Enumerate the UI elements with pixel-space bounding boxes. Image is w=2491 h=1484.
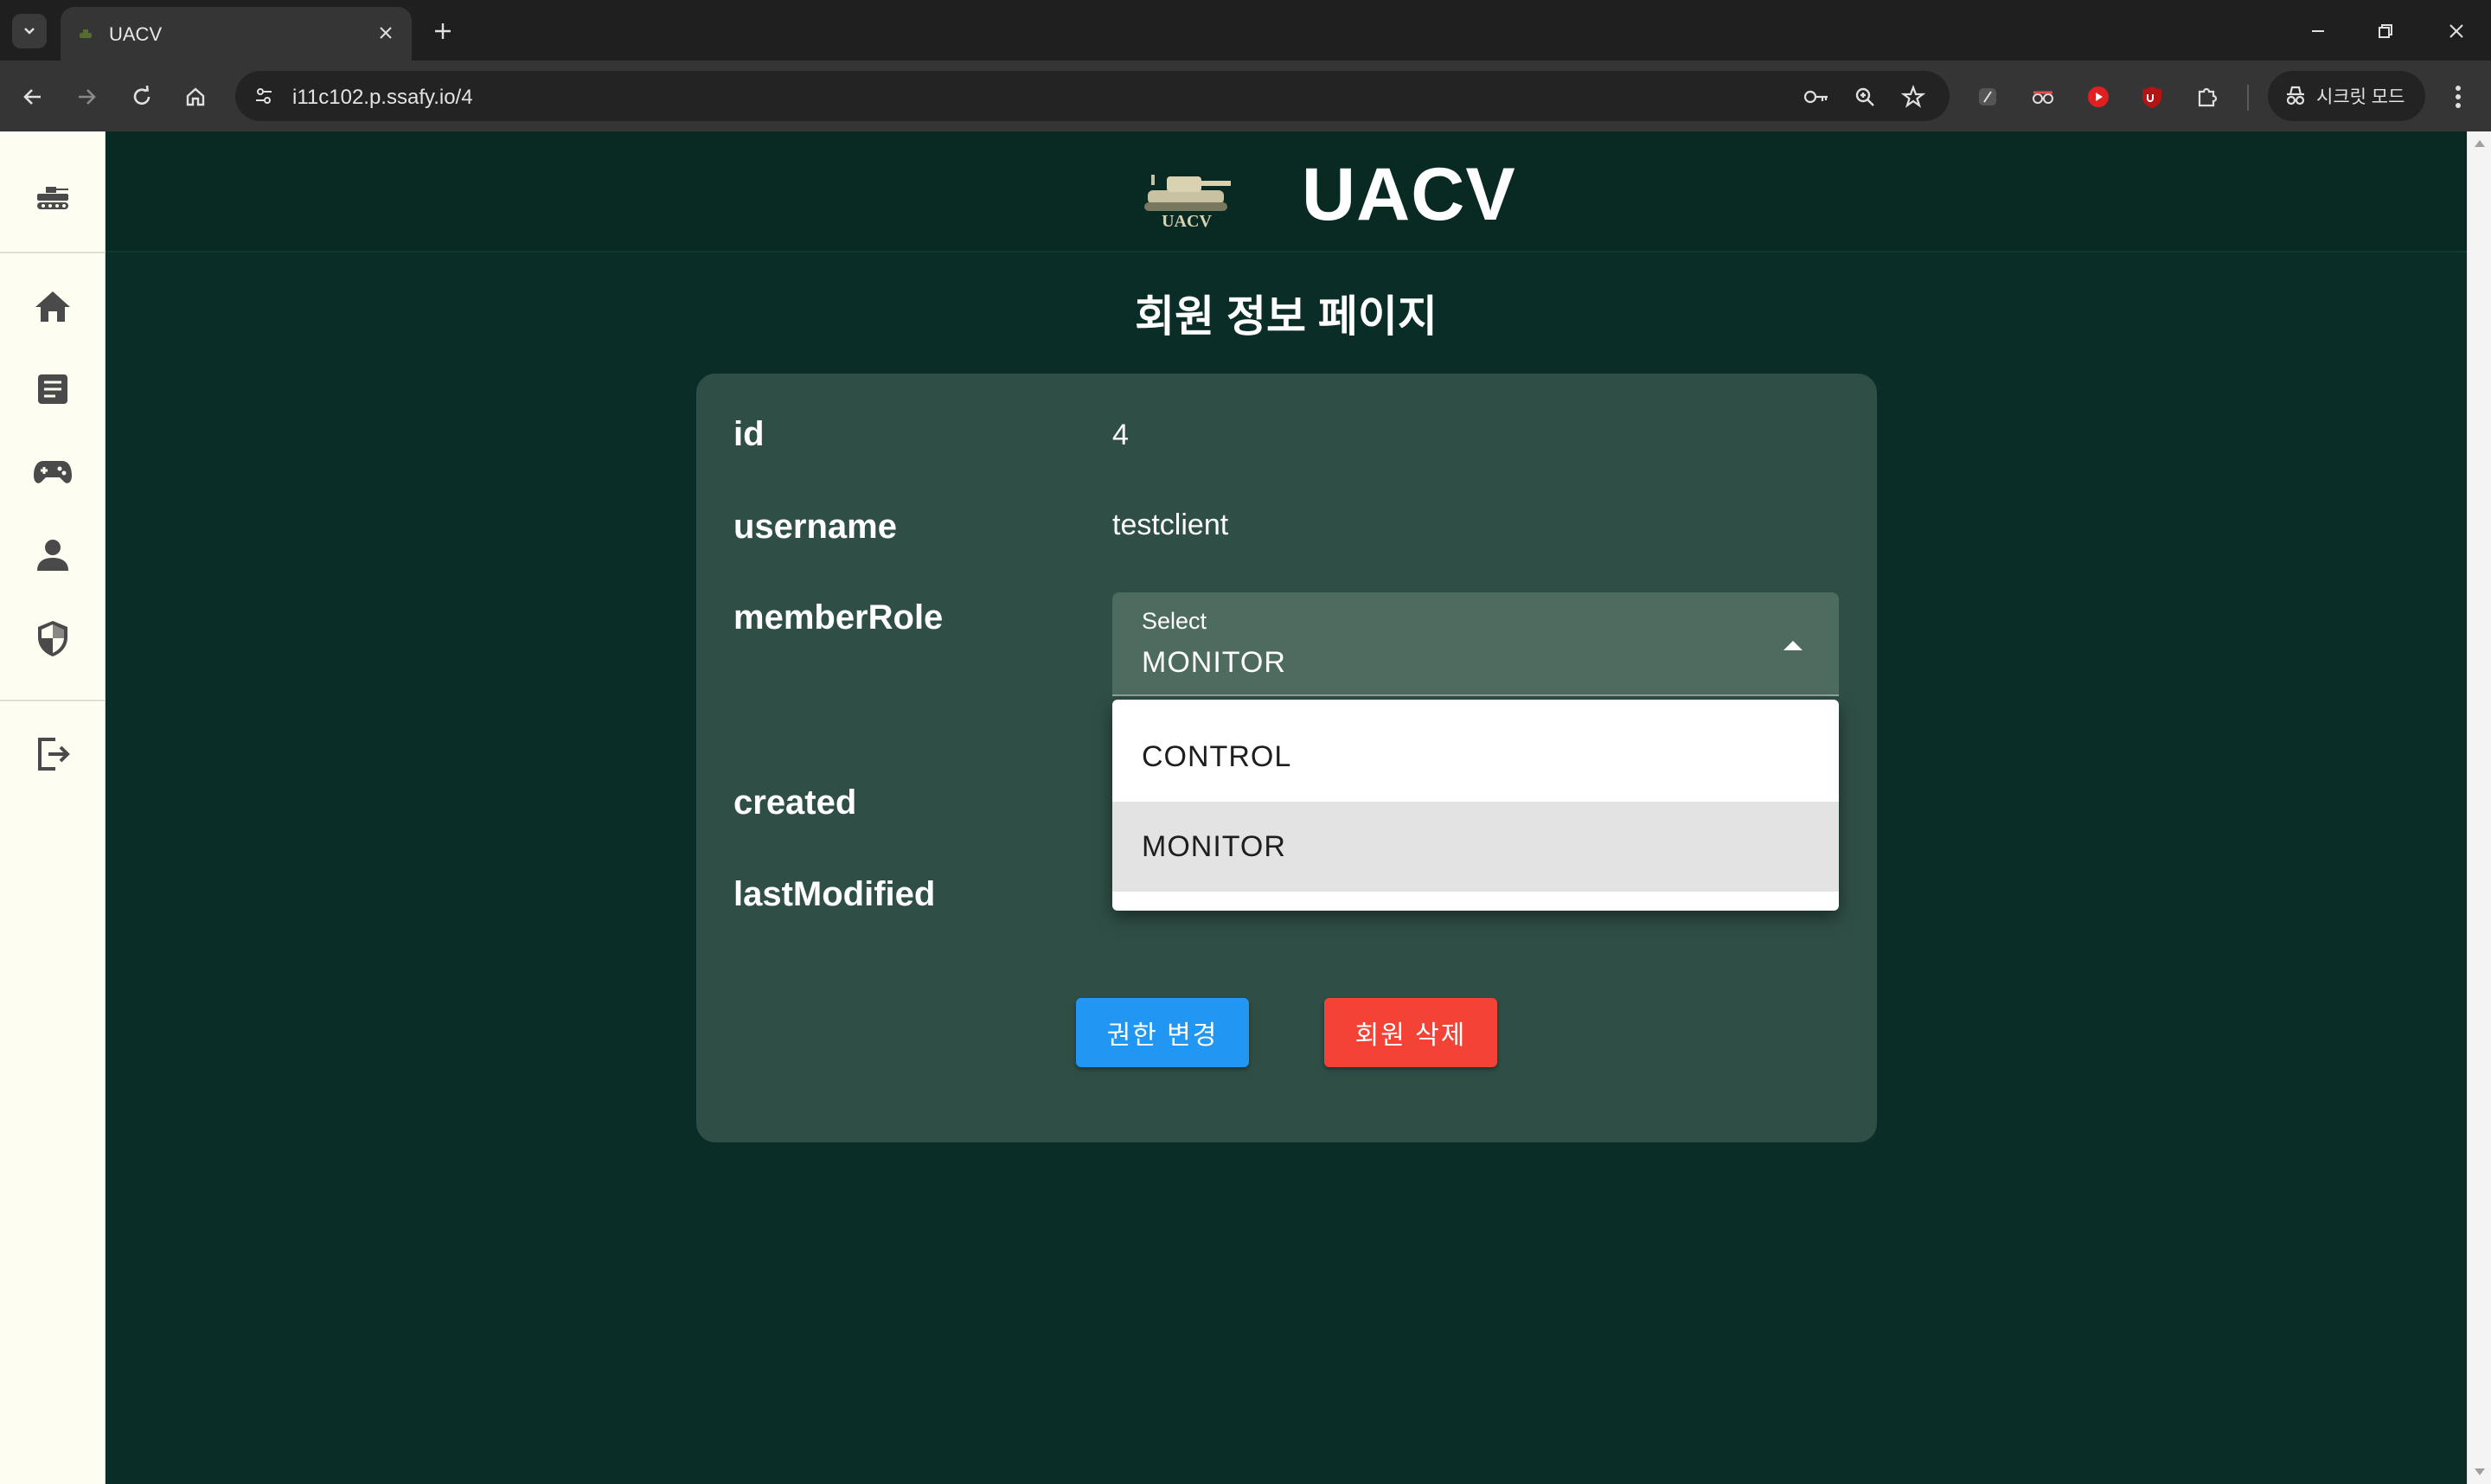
close-icon <box>380 27 392 39</box>
arrow-left-icon <box>23 89 41 105</box>
logout-icon <box>38 738 70 771</box>
caret-up-icon[interactable] <box>1783 641 1803 650</box>
person-icon <box>37 540 68 571</box>
site-info-button[interactable] <box>247 80 280 112</box>
sidebar-item-profile[interactable] <box>27 529 79 581</box>
username-value: testclient <box>1112 509 1229 541</box>
tab-search-button[interactable] <box>12 14 47 48</box>
puzzle-icon <box>2198 87 2218 107</box>
change-role-button[interactable]: 권한 변경 <box>1076 998 1249 1067</box>
plus-icon <box>435 23 451 39</box>
brand-title: UACV <box>1302 153 1516 236</box>
more-vertical-icon <box>2456 86 2461 108</box>
last-modified-label: lastModified <box>733 875 936 913</box>
sidebar-item-tank[interactable] <box>27 170 79 221</box>
forward-button[interactable] <box>67 78 106 116</box>
toolbar-divider <box>2247 85 2249 111</box>
extensions-button[interactable] <box>2188 78 2226 116</box>
sidebar-item-home[interactable] <box>27 280 79 332</box>
url-text[interactable]: i11c102.p.ssafy.io/4 <box>292 86 473 110</box>
uacv-logo: UACV <box>1144 175 1231 231</box>
close-icon <box>2449 24 2463 38</box>
address-bar[interactable]: i11c102.p.ssafy.io/4 <box>235 71 1950 121</box>
sidebar-item-control[interactable] <box>27 446 79 498</box>
home-button[interactable] <box>176 78 215 116</box>
back-button[interactable] <box>14 78 52 116</box>
select-label: Select <box>1142 608 1207 634</box>
restore-icon <box>2379 24 2392 38</box>
minimize-icon <box>2312 30 2324 32</box>
star-icon <box>1901 85 1925 108</box>
tank-favicon-icon <box>80 29 92 38</box>
chevron-down-icon <box>24 28 35 35</box>
extension-2-button[interactable] <box>2024 78 2062 116</box>
scroll-down-arrow-icon[interactable] <box>2475 1468 2485 1475</box>
shield-icon <box>38 621 67 656</box>
close-window-button[interactable] <box>2437 12 2475 50</box>
role-dropdown-menu: CONTROL MONITOR <box>1112 700 1839 911</box>
select-value: MONITOR <box>1142 646 1286 679</box>
key-icon <box>1803 90 1828 104</box>
app-header: UACV UACV <box>106 131 2467 253</box>
incognito-icon <box>2286 86 2305 106</box>
member-role-select[interactable]: Select MONITOR <box>1112 592 1839 696</box>
extension-ublock-button[interactable] <box>2133 78 2171 116</box>
sidebar <box>0 131 106 1484</box>
reload-icon <box>133 86 150 105</box>
feather-extension-icon <box>1979 88 1996 106</box>
new-tab-button[interactable] <box>426 14 460 48</box>
reload-button[interactable] <box>123 78 161 116</box>
created-label: created <box>733 784 857 822</box>
extension-1-button[interactable] <box>1969 78 2007 116</box>
sidebar-item-logout[interactable] <box>27 728 79 780</box>
sidebar-item-admin[interactable] <box>27 612 79 664</box>
tank-icon <box>37 187 68 209</box>
delete-member-button[interactable]: 회원 삭제 <box>1324 998 1497 1067</box>
restore-button[interactable] <box>2366 12 2405 50</box>
youtube-icon <box>2088 86 2109 107</box>
sidebar-divider <box>0 700 106 701</box>
zoom-button[interactable] <box>1849 81 1880 112</box>
role-option-control[interactable]: CONTROL <box>1112 712 1839 802</box>
zoom-icon <box>1855 87 1874 106</box>
glasses-extension-icon <box>2033 91 2053 104</box>
role-option-monitor[interactable]: MONITOR <box>1112 802 1839 892</box>
tab-title: UACV <box>109 23 163 45</box>
browser-menu-button[interactable] <box>2439 78 2477 116</box>
sidebar-item-board[interactable] <box>27 363 79 415</box>
password-key-button[interactable] <box>1801 81 1832 112</box>
ublock-icon <box>2142 86 2161 108</box>
username-label: username <box>733 508 897 546</box>
sidebar-divider <box>0 252 106 253</box>
gamepad-icon <box>34 461 72 483</box>
extension-youtube-button[interactable] <box>2079 78 2117 116</box>
browser-toolbar: i11c102.p.ssafy.io/4 시크릿 모드 <box>0 61 2491 131</box>
home-icon <box>35 291 70 322</box>
home-outline-icon <box>186 87 205 106</box>
document-icon <box>38 374 67 404</box>
page-title: 회원 정보 페이지 <box>1135 292 1438 341</box>
incognito-label: 시크릿 모드 <box>2316 87 2405 107</box>
member-role-label: memberRole <box>733 598 944 636</box>
svg-text:UACV: UACV <box>1162 212 1212 231</box>
id-value: 4 <box>1112 419 1129 451</box>
incognito-badge[interactable]: 시크릿 모드 <box>2268 71 2425 121</box>
id-label: id <box>733 415 765 453</box>
browser-tab[interactable]: UACV <box>61 7 412 61</box>
minimize-button[interactable] <box>2299 12 2337 50</box>
arrow-right-icon <box>79 89 96 105</box>
tune-icon <box>256 88 272 104</box>
page-scrollbar[interactable] <box>2467 131 2491 1484</box>
bookmark-button[interactable] <box>1898 81 1929 112</box>
tab-close-button[interactable] <box>372 19 400 47</box>
browser-tab-bar: UACV <box>0 0 2491 61</box>
scroll-up-arrow-icon[interactable] <box>2475 140 2485 147</box>
